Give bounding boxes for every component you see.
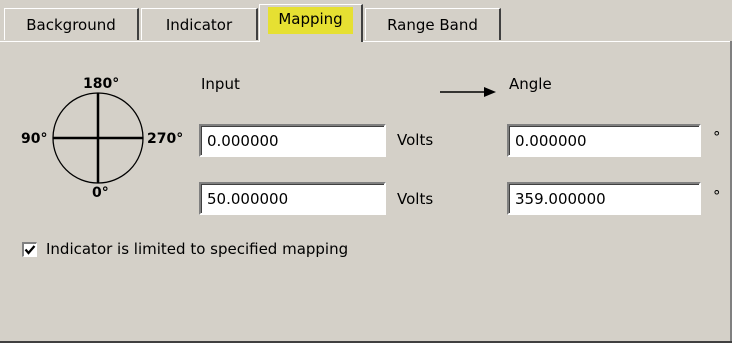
input-header: Input <box>201 75 240 93</box>
angle-min-field[interactable] <box>507 124 701 157</box>
tab-range-band-label: Range Band <box>387 15 478 34</box>
input-max-unit: Volts <box>397 190 434 208</box>
input-min-unit: Volts <box>397 131 434 149</box>
tab-background-label: Background <box>26 15 116 34</box>
angle-max-degree-unit: ° <box>713 187 721 205</box>
angle-max-field[interactable] <box>507 182 701 215</box>
dial-label-left: 90° <box>21 131 48 147</box>
dial-label-right: 270° <box>147 131 184 147</box>
tab-indicator-label: Indicator <box>165 15 233 34</box>
dial-label-bottom: 0° <box>92 185 109 201</box>
checkmark-icon <box>24 245 36 255</box>
tab-background[interactable]: Background <box>4 8 139 40</box>
tab-mapping-label: Mapping <box>268 7 353 34</box>
limit-mapping-checkbox[interactable] <box>22 242 37 257</box>
tab-strip: Background Indicator Mapping Range Band <box>0 0 732 42</box>
dial-label-top: 180° <box>83 76 120 92</box>
tab-indicator[interactable]: Indicator <box>141 8 258 40</box>
limit-mapping-label[interactable]: Indicator is limited to specified mappin… <box>46 240 348 258</box>
panel-top-edge <box>0 41 732 42</box>
tab-mapping[interactable]: Mapping <box>259 4 363 42</box>
angle-dial-icon <box>52 92 144 184</box>
tab-range-band[interactable]: Range Band <box>365 8 501 40</box>
angle-header: Angle <box>509 75 552 93</box>
right-arrow-icon <box>440 87 496 97</box>
input-min-field[interactable] <box>199 124 386 157</box>
input-max-field[interactable] <box>199 182 386 215</box>
angle-min-degree-unit: ° <box>713 128 721 146</box>
